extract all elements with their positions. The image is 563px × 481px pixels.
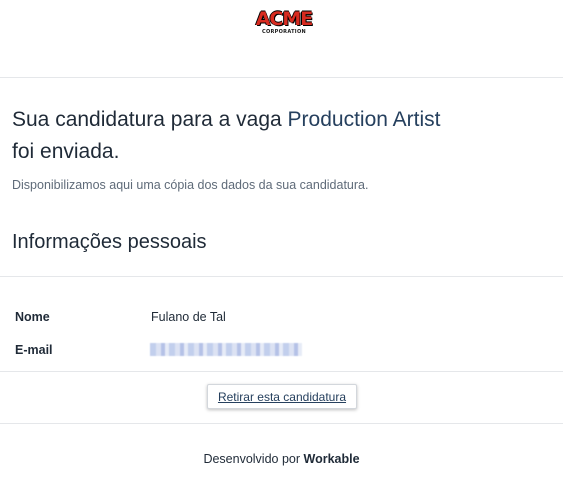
field-label-email: E-mail <box>15 343 53 357</box>
field-value-name: Fulano de Tal <box>151 310 226 324</box>
field-label-name: Nome <box>15 310 50 324</box>
section-divider <box>0 276 563 277</box>
info-divider <box>0 371 563 372</box>
withdraw-application-button[interactable]: Retirar esta candidatura <box>207 384 357 409</box>
page-subtitle: Disponibilizamos aqui uma cópia dos dado… <box>12 178 369 192</box>
footer-divider <box>0 423 563 424</box>
logo-main-text: ACME <box>255 8 314 30</box>
section-title-personal-info: Informações pessoais <box>12 231 207 253</box>
field-value-email-redacted <box>150 343 302 356</box>
footer-prefix: Desenvolvido por <box>203 452 301 466</box>
page-title: Sua candidatura para a vaga Production A… <box>12 104 532 168</box>
footer-brand-link[interactable]: Workable <box>304 452 360 466</box>
title-prefix: Sua candidatura para a vaga <box>12 108 282 131</box>
logo-sub-text: CORPORATION <box>261 29 307 35</box>
company-logo: ACME CORPORATION <box>254 9 314 37</box>
header-divider <box>0 77 563 78</box>
title-suffix: foi enviada. <box>12 140 120 163</box>
job-title: Production Artist <box>287 108 441 131</box>
footer: Desenvolvido por Workable <box>0 452 563 466</box>
